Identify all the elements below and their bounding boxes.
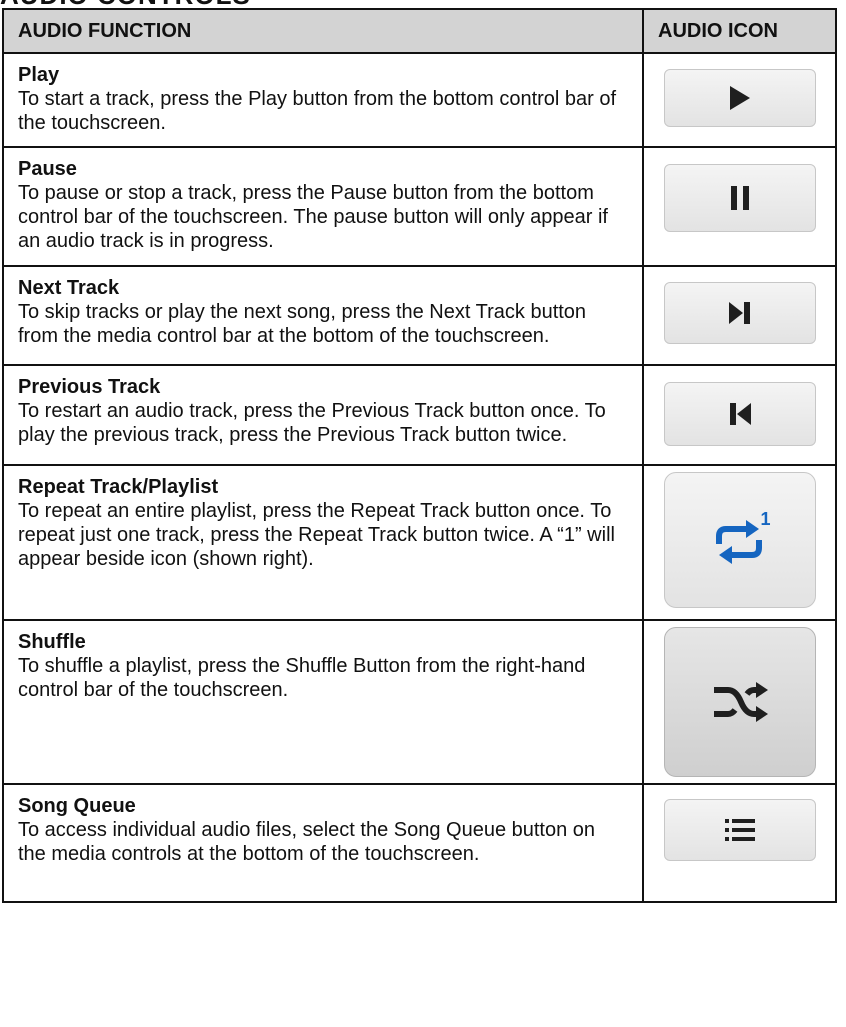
- function-title: Play: [18, 64, 60, 86]
- pause-button[interactable]: [663, 164, 816, 232]
- function-description: To repeat an entire playlist, press the …: [18, 500, 615, 570]
- icon-cell: [642, 52, 837, 148]
- audio-controls-table: AUDIO FUNCTION AUDIO ICON Play To start …: [2, 8, 837, 903]
- table-row: Previous Track To restart an audio track…: [2, 364, 837, 466]
- function-cell: Previous Track To restart an audio track…: [2, 364, 644, 466]
- function-cell: Shuffle To shuffle a playlist, press the…: [2, 619, 644, 785]
- function-cell: Play To start a track, press the Play bu…: [2, 52, 644, 148]
- repeat-one-badge: 1: [760, 509, 771, 529]
- function-title: Song Queue: [18, 795, 136, 817]
- previous-track-icon: [728, 402, 752, 426]
- table-row: Next Track To skip tracks or play the ne…: [2, 265, 837, 366]
- next-track-icon: [728, 301, 752, 325]
- play-icon: [728, 85, 752, 111]
- table-row: Song Queue To access individual audio fi…: [2, 783, 837, 903]
- icon-cell: [642, 265, 837, 366]
- function-description: To pause or stop a track, press the Paus…: [18, 182, 608, 252]
- function-description: To start a track, press the Play button …: [18, 88, 617, 134]
- song-queue-icon: [724, 819, 755, 841]
- shuffle-button[interactable]: [663, 627, 816, 777]
- column-header-function: AUDIO FUNCTION: [2, 8, 644, 54]
- play-button[interactable]: [663, 69, 816, 127]
- previous-track-button[interactable]: [663, 382, 816, 446]
- table-row: Play To start a track, press the Play bu…: [2, 52, 837, 148]
- pause-icon: [729, 185, 751, 211]
- function-cell: Pause To pause or stop a track, press th…: [2, 146, 644, 267]
- column-header-icon: AUDIO ICON: [642, 8, 837, 54]
- function-title: Pause: [18, 158, 77, 180]
- table-row: Pause To pause or stop a track, press th…: [2, 146, 837, 267]
- function-cell: Song Queue To access individual audio fi…: [2, 783, 644, 903]
- table-row: Repeat Track/Playlist To repeat an entir…: [2, 464, 837, 621]
- icon-cell: [642, 619, 837, 785]
- function-description: To restart an audio track, press the Pre…: [18, 400, 606, 446]
- icon-cell: [642, 364, 837, 466]
- shuffle-icon: [710, 680, 770, 724]
- function-title: Shuffle: [18, 631, 86, 653]
- table-header-row: AUDIO FUNCTION AUDIO ICON: [2, 8, 837, 54]
- table-row: Shuffle To shuffle a playlist, press the…: [2, 619, 837, 785]
- function-title: Repeat Track/Playlist: [18, 476, 219, 498]
- function-description: To access individual audio files, select…: [18, 819, 596, 865]
- repeat-button[interactable]: 1: [663, 472, 816, 608]
- icon-cell: 1: [642, 464, 837, 621]
- function-description: To shuffle a playlist, press the Shuffle…: [18, 655, 586, 701]
- function-cell: Next Track To skip tracks or play the ne…: [2, 265, 644, 366]
- next-track-button[interactable]: [663, 282, 816, 344]
- icon-cell: [642, 146, 837, 267]
- function-title: Previous Track: [18, 376, 161, 398]
- icon-cell: [642, 783, 837, 903]
- song-queue-button[interactable]: [663, 799, 816, 861]
- function-title: Next Track: [18, 277, 120, 299]
- function-description: To skip tracks or play the next song, pr…: [18, 301, 587, 347]
- function-cell: Repeat Track/Playlist To repeat an entir…: [2, 464, 644, 621]
